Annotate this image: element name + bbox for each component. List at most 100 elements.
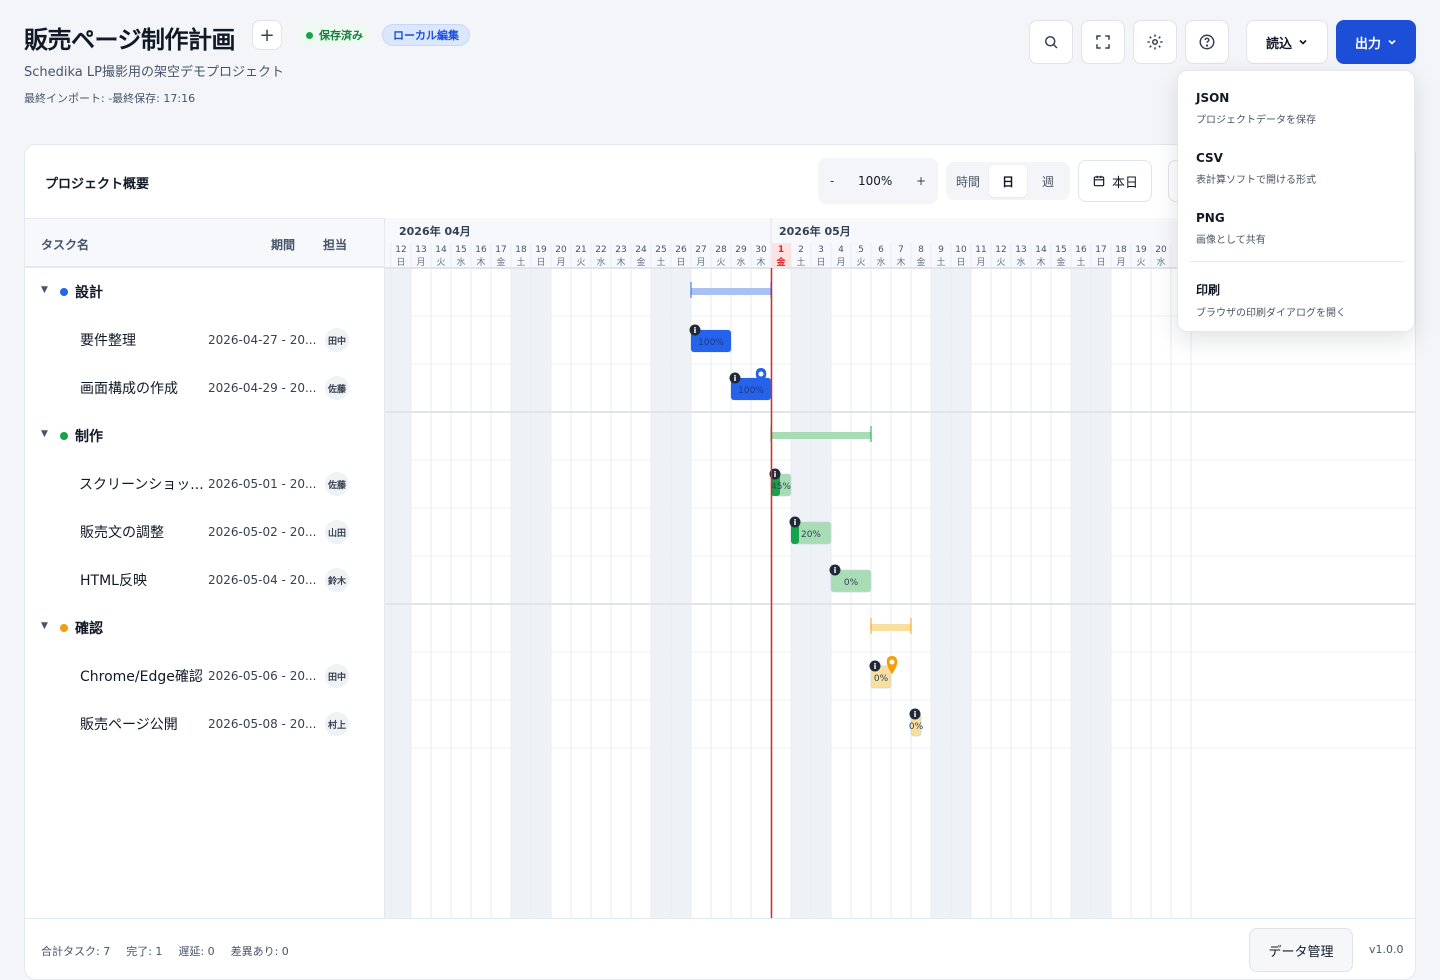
weekday-label: 月 bbox=[696, 257, 705, 268]
weekday-label: 月 bbox=[836, 257, 845, 268]
task-progress-label: 0% bbox=[909, 722, 924, 732]
project-subtitle: Schedika LP撮影用の架空デモプロジェクト bbox=[24, 65, 284, 80]
owner-avatar: 鈴木 bbox=[325, 568, 349, 592]
local-edit-badge: ローカル編集 bbox=[382, 24, 470, 46]
weekday-label: 金 bbox=[496, 256, 505, 268]
menu-item-desc: 画像として共有 bbox=[1196, 235, 1266, 246]
menu-item-title: PNG bbox=[1196, 211, 1225, 225]
import-button[interactable]: 読込 bbox=[1246, 20, 1328, 64]
weekday-label: 水 bbox=[456, 256, 465, 268]
day-number-label: 12 bbox=[395, 245, 406, 255]
weekday-label: 木 bbox=[1036, 256, 1045, 268]
menu-item-desc: ブラウザの印刷ダイアログを開く bbox=[1196, 308, 1346, 319]
print-item[interactable]: 印刷 ブラウザの印刷ダイアログを開く bbox=[1196, 281, 1346, 319]
day-number-label: 4 bbox=[838, 245, 844, 255]
weekday-label: 日 bbox=[956, 257, 965, 268]
today-label: 本日 bbox=[1111, 175, 1138, 191]
weekday-label: 水 bbox=[596, 256, 605, 268]
import-label: 読込 bbox=[1265, 36, 1292, 52]
menu-item-desc: プロジェクトデータを保存 bbox=[1196, 115, 1316, 126]
weekday-label: 水 bbox=[1156, 256, 1165, 268]
weekday-label: 日 bbox=[676, 257, 685, 268]
weekday-label: 月 bbox=[416, 257, 425, 268]
weekday-label: 日 bbox=[1096, 257, 1105, 268]
stat-late: 遅延: 0 bbox=[178, 945, 215, 958]
info-icon-glyph: i bbox=[694, 326, 697, 335]
scale-day-tab[interactable]: 日 bbox=[989, 165, 1027, 197]
group-color-dot bbox=[60, 624, 68, 632]
day-number-label: 10 bbox=[955, 245, 967, 255]
search-button[interactable] bbox=[1029, 20, 1073, 64]
weekday-label: 土 bbox=[656, 256, 665, 268]
day-number-label: 26 bbox=[675, 245, 687, 255]
stat-done: 完了: 1 bbox=[126, 945, 163, 958]
zoom-out-button[interactable]: - bbox=[830, 174, 834, 188]
day-number-label: 18 bbox=[515, 245, 527, 255]
weekend-shade bbox=[811, 268, 831, 918]
scale-week-tab[interactable]: 週 bbox=[1029, 165, 1067, 197]
weekday-label: 火 bbox=[996, 257, 1005, 268]
calendar-icon bbox=[1093, 175, 1105, 187]
weekday-label: 火 bbox=[856, 257, 865, 268]
column-divider[interactable] bbox=[384, 218, 385, 918]
collapse-caret-icon[interactable]: ▼ bbox=[41, 621, 48, 631]
owner-avatar: 佐藤 bbox=[325, 472, 349, 496]
task-name: 要件整理 bbox=[80, 333, 136, 349]
task-dates: 2026-05-01 - 20... bbox=[208, 477, 317, 491]
day-number-label: 14 bbox=[435, 245, 447, 255]
fullscreen-icon bbox=[1096, 35, 1110, 49]
group-summary-bar bbox=[771, 432, 871, 439]
column-period: 期間 bbox=[271, 238, 296, 252]
zoom-level: 100% bbox=[857, 174, 893, 188]
fullscreen-button[interactable] bbox=[1081, 20, 1125, 64]
task-name: HTML反映 bbox=[80, 573, 147, 589]
chevron-down-icon bbox=[1388, 39, 1396, 45]
zoom-in-button[interactable]: + bbox=[916, 174, 926, 188]
panel-title: プロジェクト概要 bbox=[45, 177, 150, 192]
collapse-caret-icon[interactable]: ▼ bbox=[41, 285, 48, 295]
weekday-label: 火 bbox=[1136, 257, 1145, 268]
collapse-caret-icon[interactable]: ▼ bbox=[41, 429, 48, 439]
weekday-label: 月 bbox=[1116, 257, 1125, 268]
export-csv-item[interactable]: CSV 表計算ソフトで開ける形式 bbox=[1196, 151, 1316, 186]
day-number-label: 18 bbox=[1115, 245, 1127, 255]
task-progress-label: 0% bbox=[874, 674, 889, 684]
weekend-shade bbox=[511, 268, 531, 918]
task-dates: 2026-04-29 - 20... bbox=[208, 381, 317, 395]
settings-button[interactable] bbox=[1133, 20, 1177, 64]
stat-diff: 差異あり: 0 bbox=[230, 945, 289, 958]
weekday-label: 火 bbox=[716, 257, 725, 268]
day-number-label: 16 bbox=[475, 245, 487, 255]
day-number-label: 9 bbox=[938, 245, 944, 255]
day-number-label: 13 bbox=[1015, 245, 1026, 255]
day-number-label: 14 bbox=[1035, 245, 1047, 255]
task-dates: 2026-05-06 - 20... bbox=[208, 669, 317, 683]
weekday-label: 日 bbox=[396, 257, 405, 268]
day-number-label: 20 bbox=[1155, 245, 1167, 255]
info-icon-glyph: i bbox=[834, 566, 837, 575]
scale-hour-tab[interactable]: 時間 bbox=[949, 165, 987, 197]
help-button[interactable] bbox=[1185, 20, 1229, 64]
group-label: 確認 bbox=[75, 621, 103, 637]
add-project-button[interactable]: + bbox=[252, 20, 282, 50]
weekday-label: 金 bbox=[1056, 256, 1065, 268]
export-json-item[interactable]: JSON プロジェクトデータを保存 bbox=[1196, 91, 1316, 126]
today-button[interactable]: 本日 bbox=[1078, 160, 1152, 202]
version-label: v1.0.0 bbox=[1369, 943, 1404, 956]
menu-divider bbox=[1190, 261, 1404, 262]
weekday-label: 水 bbox=[736, 256, 745, 268]
weekday-label: 土 bbox=[1076, 256, 1085, 268]
group-label: 制作 bbox=[75, 429, 103, 445]
data-management-button[interactable]: データ管理 bbox=[1249, 928, 1353, 972]
weekday-label: 月 bbox=[556, 257, 565, 268]
day-number-label: 17 bbox=[495, 245, 506, 255]
weekday-label: 火 bbox=[576, 257, 585, 268]
weekday-label: 土 bbox=[796, 256, 805, 268]
export-png-item[interactable]: PNG 画像として共有 bbox=[1196, 211, 1266, 246]
day-number-label: 1 bbox=[778, 245, 784, 255]
export-button[interactable]: 出力 bbox=[1336, 20, 1416, 64]
weekend-shade bbox=[951, 268, 971, 918]
day-number-label: 19 bbox=[535, 245, 547, 255]
stat-total: 合計タスク: 7 bbox=[41, 945, 111, 958]
weekday-label: 金 bbox=[636, 256, 645, 268]
